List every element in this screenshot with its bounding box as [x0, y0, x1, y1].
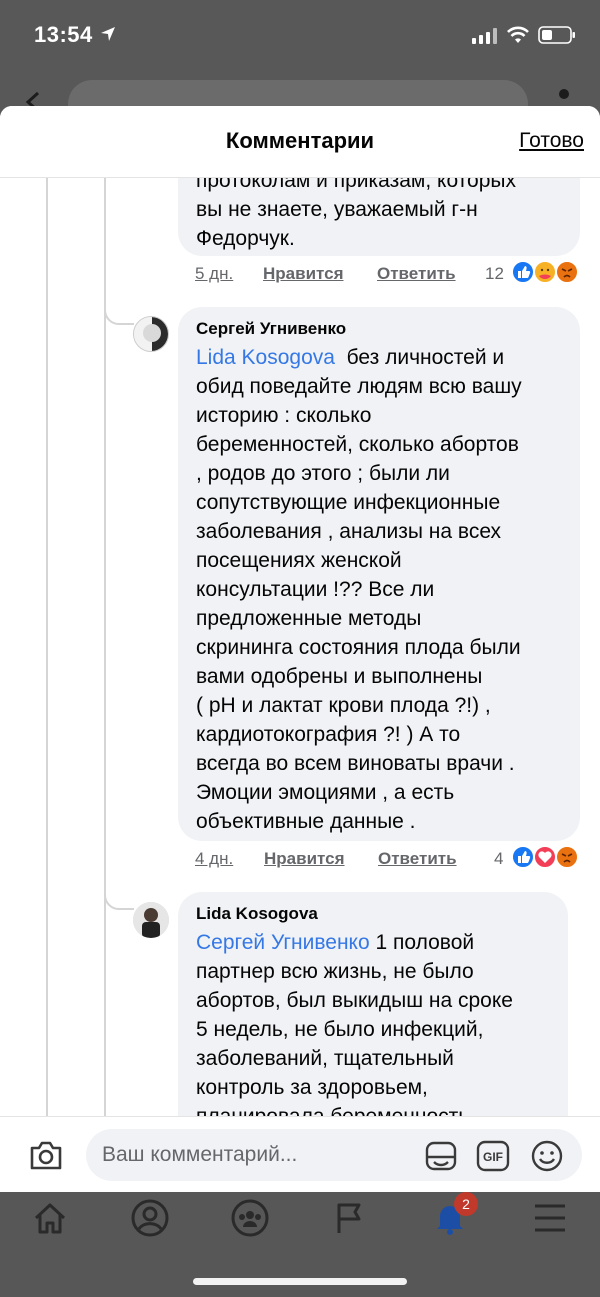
cellular-signal-icon — [472, 28, 497, 44]
sheet-header: Комментарии Готово — [0, 106, 600, 178]
battery-icon — [538, 26, 575, 44]
profile-icon — [131, 1199, 169, 1237]
comment-input[interactable] — [102, 1141, 402, 1169]
comment-line: Федорчук. — [196, 227, 295, 250]
comment-bubble: Сергей Угнивенко Lida Kosogova без лично… — [178, 307, 580, 841]
like-reaction-icon — [511, 845, 535, 869]
mention-link[interactable]: Lida Kosogova — [196, 346, 335, 369]
menu-icon — [535, 1204, 565, 1232]
like-button[interactable]: Нравится — [263, 264, 344, 284]
comment-actions: 5 дн. Нравится Ответить 12 — [195, 260, 590, 290]
comment-actions: 4 дн. Нравится Ответить 4 — [195, 845, 590, 875]
angry-reaction-icon — [555, 260, 579, 284]
comment-line: объективные данные . — [196, 810, 416, 833]
comment-text: Lida Kosogova без личностей и обид повед… — [196, 343, 562, 836]
comment-line: Эмоции эмоциями , а есть — [196, 781, 455, 804]
comment-line: предложенные методы — [196, 607, 422, 630]
comment-line: обид поведайте людям всю вашу — [196, 375, 522, 398]
comment-input-container: GIF — [86, 1129, 582, 1181]
comment-line: заболевания , анализы на всех — [196, 520, 502, 543]
reply-button[interactable]: Ответить — [377, 264, 456, 284]
love-reaction-icon — [533, 845, 557, 869]
emoji-icon[interactable] — [530, 1139, 564, 1173]
comment-line: контроль за здоровьем, — [196, 1076, 428, 1099]
comment-text: протоколам и приказам, которых вы не зна… — [196, 166, 562, 253]
location-arrow-icon — [101, 27, 115, 41]
reply-connector — [104, 302, 134, 325]
gif-icon[interactable]: GIF — [476, 1139, 510, 1173]
comment-line: беременностей, сколько абортов — [196, 433, 519, 456]
comment-line: заболеваний, тщательный — [196, 1047, 454, 1070]
comment-line: вы не знаете, уважаемый г-н — [196, 198, 478, 221]
thread-line-outer — [46, 178, 48, 1192]
comment-line: партнер всю жизнь, не было — [196, 960, 474, 983]
comment-time[interactable]: 5 дн. — [195, 264, 233, 284]
tab-groups[interactable] — [230, 1198, 270, 1238]
comments-sheet: Комментарии Готово протоколам и приказам… — [0, 106, 600, 1192]
done-button[interactable]: Готово — [519, 129, 584, 153]
comment-line: вами одобрены и выполнены — [196, 665, 483, 688]
tab-profile[interactable] — [130, 1198, 170, 1238]
like-button[interactable]: Нравится — [264, 849, 345, 869]
camera-icon[interactable] — [28, 1137, 64, 1173]
avatar[interactable] — [133, 316, 169, 352]
tab-menu[interactable] — [530, 1198, 570, 1238]
home-indicator — [193, 1278, 407, 1285]
sticker-icon[interactable] — [424, 1139, 458, 1173]
care-reaction-icon — [533, 260, 557, 284]
comment-composer: GIF — [0, 1116, 600, 1192]
groups-icon — [231, 1199, 269, 1237]
comment-text: Сергей Угнивенко 1 половой партнер всю ж… — [196, 928, 550, 1131]
svg-text:GIF: GIF — [483, 1150, 503, 1164]
angry-reaction-icon — [555, 845, 579, 869]
comment-line: историю : сколько — [196, 404, 372, 427]
comment-line: 1 половой — [375, 931, 475, 954]
tab-home[interactable] — [30, 1198, 70, 1238]
comment-line: 5 недель, не было инфекций, — [196, 1018, 484, 1041]
comment-line: посещениях женской — [196, 549, 402, 572]
reaction-count[interactable]: 4 — [494, 849, 503, 869]
comment-line: абортов, был выкидыш на сроке — [196, 989, 513, 1012]
flag-icon — [337, 1203, 361, 1233]
comment-line: консультации !?? Все ли — [196, 578, 435, 601]
status-bar: 13:54 — [0, 0, 600, 70]
comment-line: без личностей и — [346, 346, 505, 369]
status-time: 13:54 — [34, 22, 93, 47]
notification-badge: 2 — [454, 1192, 478, 1216]
comment-author[interactable]: Lida Kosogova — [196, 904, 550, 924]
tab-pages[interactable] — [330, 1198, 370, 1238]
comment-line: всегда во всем виноваты врачи . — [196, 752, 515, 775]
sheet-title: Комментарии — [225, 128, 375, 153]
comment-time[interactable]: 4 дн. — [195, 849, 233, 869]
avatar[interactable] — [133, 902, 169, 938]
reply-connector — [104, 887, 134, 910]
like-reaction-icon — [511, 260, 535, 284]
mention-link[interactable]: Сергей Угнивенко — [196, 931, 370, 954]
wifi-icon — [507, 26, 529, 43]
home-icon — [34, 1203, 66, 1234]
comment-line: , родов до этого ; были ли — [196, 462, 450, 485]
comment-line: сопутствующие инфекционные — [196, 491, 501, 514]
comment-line: ( pH и лактат крови плода ?!) , — [196, 694, 491, 717]
reply-button[interactable]: Ответить — [378, 849, 457, 869]
comment-line: скрининга состояния плода были — [196, 636, 521, 659]
comment-author[interactable]: Сергей Угнивенко — [196, 319, 562, 339]
reaction-count[interactable]: 12 — [485, 264, 504, 284]
comment-line: кардиотокография ?! ) А то — [196, 723, 461, 746]
